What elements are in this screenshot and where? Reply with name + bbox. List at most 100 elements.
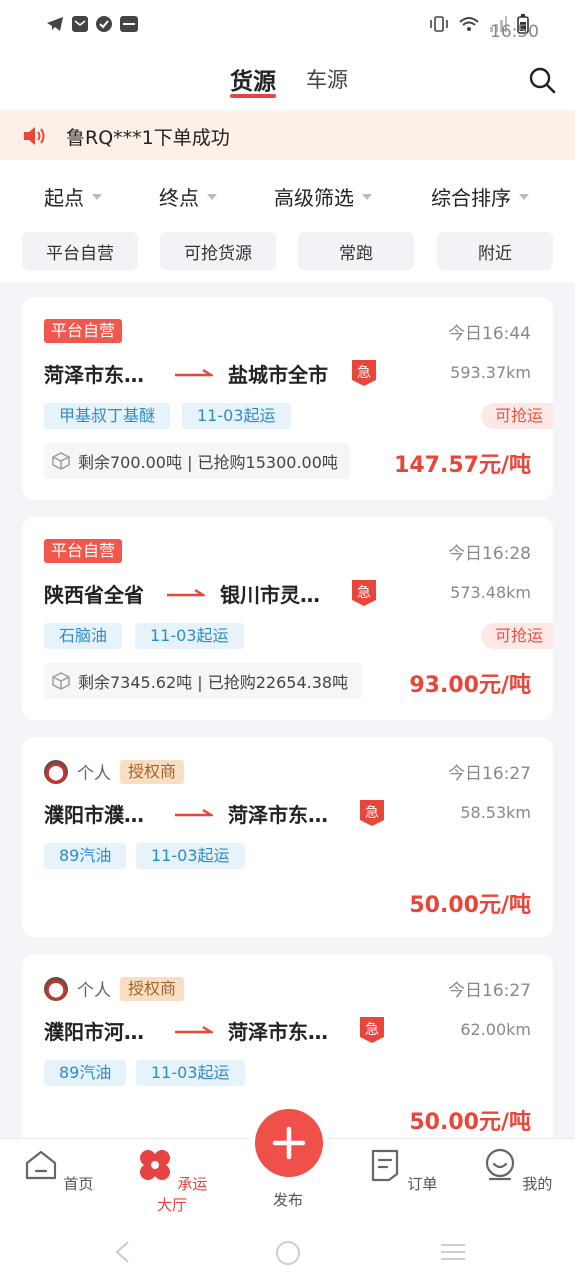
urgent-badge-icon: 急 xyxy=(360,1017,384,1043)
origin-city: 濮阳市濮… xyxy=(44,803,144,827)
cargo-card[interactable]: 个人 授权商 今日16:27 濮阳市濮… 菏泽市东… 急 58.53km 89汽… xyxy=(22,737,553,937)
caret-down-icon xyxy=(519,193,529,200)
filter-destination-label: 终点 xyxy=(159,186,199,210)
chip-frequent[interactable]: 常跑 xyxy=(298,232,414,270)
tab-vehicle-source[interactable]: 车源 xyxy=(306,64,348,94)
poster-info: 个人 授权商 xyxy=(44,759,185,784)
destination-city: 银川市灵… xyxy=(220,583,320,607)
destination-city: 菏泽市东… xyxy=(228,803,328,827)
vibrate-icon xyxy=(430,16,448,32)
price: 93.00元/吨 xyxy=(409,673,531,698)
urgent-badge-icon: 急 xyxy=(352,580,376,606)
tab-cargo-source[interactable]: 货源 xyxy=(230,62,276,96)
price: 147.57元/吨 xyxy=(394,453,531,478)
price: 50.00元/吨 xyxy=(409,893,531,918)
stock-info: 剩余700.00吨 | 已抢购15300.00吨 xyxy=(44,443,350,479)
status-bar: 16:50 xyxy=(0,0,575,48)
caret-down-icon xyxy=(92,193,102,200)
caret-down-icon xyxy=(362,193,372,200)
plus-icon xyxy=(272,1126,306,1160)
filter-sort-label: 综合排序 xyxy=(431,186,511,210)
avatar xyxy=(44,759,68,784)
publish-label[interactable]: 发布 xyxy=(248,1189,328,1210)
tab-mine-label: 我的 xyxy=(522,1175,553,1193)
destination-city: 菏泽市东… xyxy=(228,1020,328,1044)
svg-text:急: 急 xyxy=(365,1022,379,1038)
home-circle-icon[interactable] xyxy=(275,1240,301,1266)
svg-text:急: 急 xyxy=(357,585,371,601)
bottom-tab-bar: 首页 承运大厅 发布 订单 我的 xyxy=(0,1109,575,1220)
date-tag: 11-03起运 xyxy=(136,843,245,869)
filter-sort[interactable]: 综合排序 xyxy=(431,182,529,211)
stock-text: 剩余7345.62吨 | 已抢购22654.38吨 xyxy=(78,673,349,692)
grab-badge[interactable]: 可抢运 xyxy=(480,403,553,429)
filter-advanced-label: 高级筛选 xyxy=(274,186,354,210)
grab-badge[interactable]: 可抢运 xyxy=(480,623,553,649)
tab-orders-label: 订单 xyxy=(407,1175,438,1193)
post-time: 今日16:44 xyxy=(448,324,531,344)
home-icon xyxy=(25,1150,56,1180)
stock-text: 剩余700.00吨 | 已抢购15300.00吨 xyxy=(78,453,338,472)
date-tag: 11-03起运 xyxy=(135,623,244,649)
tab-hall[interactable]: 承运大厅 xyxy=(132,1147,212,1215)
back-icon[interactable] xyxy=(112,1240,132,1264)
goods-tag: 甲基叔丁基醚 xyxy=(44,403,171,429)
poster-type: 个人 xyxy=(77,764,111,784)
arrow-right-icon xyxy=(175,368,213,377)
arrow-right-icon xyxy=(167,588,205,597)
poster-info: 个人 授权商 xyxy=(44,976,185,1001)
search-icon[interactable] xyxy=(528,66,556,94)
notice-bar[interactable]: 鲁RQ***1下单成功 xyxy=(0,112,575,160)
post-time: 今日16:28 xyxy=(448,544,531,564)
publish-button[interactable] xyxy=(255,1109,323,1177)
tab-orders[interactable]: 订单 xyxy=(362,1147,442,1194)
distance: 58.53km xyxy=(460,803,531,822)
filter-origin-label: 起点 xyxy=(44,186,84,210)
chip-nearby[interactable]: 附近 xyxy=(437,232,553,270)
svg-text:急: 急 xyxy=(357,365,371,381)
top-tabs: 货源 车源 xyxy=(0,48,575,110)
urgent-badge-icon: 急 xyxy=(360,800,384,826)
filter-advanced[interactable]: 高级筛选 xyxy=(274,182,372,211)
recents-icon[interactable] xyxy=(439,1242,467,1262)
poster-type: 个人 xyxy=(77,981,111,1001)
caret-down-icon xyxy=(207,193,217,200)
telegram-icon xyxy=(47,17,63,31)
status-time: 16:50 xyxy=(490,22,539,42)
platform-tag: 平台自营 xyxy=(44,539,123,563)
filter-panel: 起点 终点 高级筛选 综合排序 平台自营 可抢货源 常跑 附近 xyxy=(0,160,575,282)
goods-tag: 石脑油 xyxy=(44,623,123,649)
check-icon xyxy=(96,16,112,32)
distance: 593.37km xyxy=(450,363,531,382)
speaker-icon xyxy=(24,127,45,145)
filter-destination[interactable]: 终点 xyxy=(159,182,217,211)
package-icon xyxy=(52,672,70,690)
vivo-icon xyxy=(120,16,138,32)
platform-tag: 平台自营 xyxy=(44,319,123,343)
chip-grabbable[interactable]: 可抢货源 xyxy=(160,232,276,270)
tab-home[interactable]: 首页 xyxy=(18,1147,98,1194)
system-nav-bar xyxy=(0,1220,575,1280)
cargo-card[interactable]: 平台自营 今日16:28 陕西省全省 银川市灵… 急 573.48km 石脑油 … xyxy=(22,517,553,720)
arrow-right-icon xyxy=(175,808,213,817)
cargo-card[interactable]: 平台自营 今日16:44 菏泽市东… 盐城市全市 急 593.37km 甲基叔丁… xyxy=(22,297,553,500)
chip-platform-self[interactable]: 平台自营 xyxy=(22,232,138,270)
tab-mine[interactable]: 我的 xyxy=(477,1147,557,1194)
filter-origin[interactable]: 起点 xyxy=(44,182,102,211)
distance: 573.48km xyxy=(450,583,531,602)
origin-city: 菏泽市东… xyxy=(44,363,144,387)
avatar xyxy=(44,976,68,1001)
tab-home-label: 首页 xyxy=(63,1175,94,1193)
price: 50.00元/吨 xyxy=(409,1110,531,1135)
tab-active-indicator xyxy=(230,94,276,98)
notice-text: 鲁RQ***1下单成功 xyxy=(66,126,230,149)
distance: 62.00km xyxy=(460,1020,531,1039)
profile-icon xyxy=(485,1148,514,1181)
urgent-badge-icon: 急 xyxy=(352,360,376,386)
goods-tag: 89汽油 xyxy=(44,1060,127,1086)
origin-city: 陕西省全省 xyxy=(44,583,144,607)
authorized-dealer-badge: 授权商 xyxy=(120,976,185,1001)
package-icon xyxy=(52,452,70,470)
origin-city: 濮阳市河… xyxy=(44,1020,144,1044)
arrow-right-icon xyxy=(175,1025,213,1034)
